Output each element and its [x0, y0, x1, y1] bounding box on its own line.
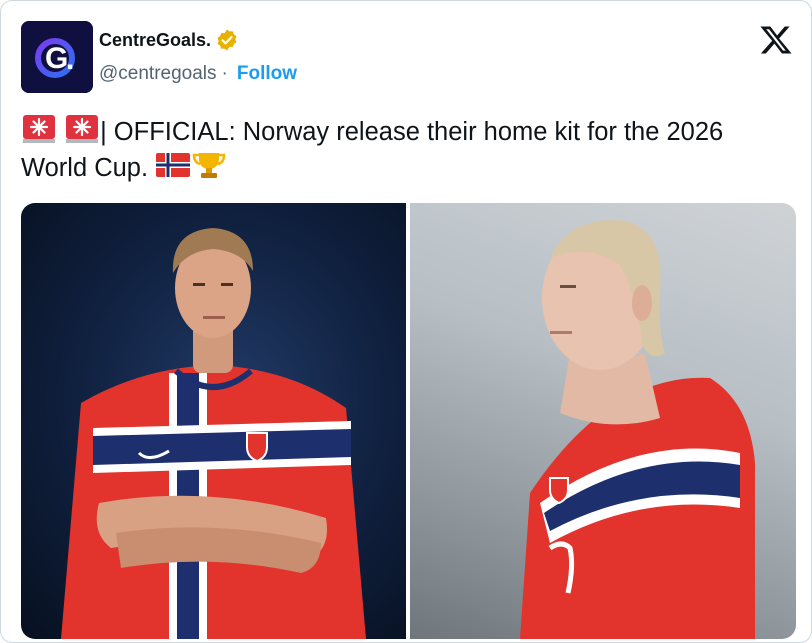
author-name-row: CentreGoals. — [99, 28, 239, 52]
author-display-name[interactable]: CentreGoals. — [99, 30, 211, 51]
author-handle-row: @centregoals · Follow — [99, 63, 297, 85]
post-text-main: | OFFICIAL: Norway release their home ki… — [21, 118, 724, 182]
follow-button[interactable]: Follow — [237, 63, 297, 85]
rotating-light-icon — [64, 114, 100, 144]
verified-badge-icon — [215, 28, 239, 52]
trophy-icon — [191, 150, 227, 180]
avatar[interactable]: G . — [21, 21, 93, 93]
separator-dot: · — [221, 63, 228, 84]
media-grid — [21, 203, 796, 639]
post-card[interactable]: G . CentreGoals. @centregoals · Follow |… — [0, 0, 812, 643]
photo-left[interactable] — [21, 203, 406, 639]
author-handle[interactable]: @centregoals — [99, 63, 217, 85]
x-logo-icon[interactable] — [759, 23, 793, 57]
norway-flag-icon — [155, 150, 191, 180]
avatar-dot: . — [66, 43, 74, 76]
avatar-letter: G — [45, 42, 68, 75]
post-text: | OFFICIAL: Norway release their home ki… — [21, 114, 791, 186]
photo-right[interactable] — [410, 203, 796, 639]
rotating-light-icon — [21, 114, 57, 144]
